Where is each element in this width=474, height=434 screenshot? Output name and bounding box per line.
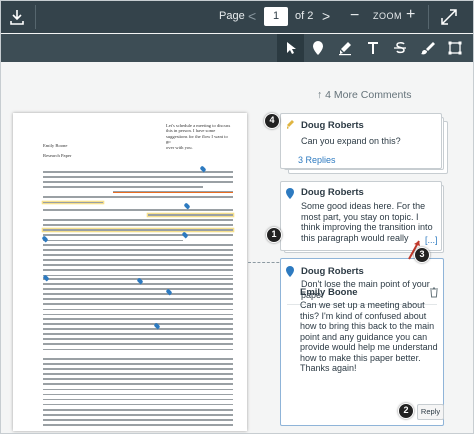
- pointer-tool-button[interactable]: [277, 34, 304, 62]
- document-paragraph: [43, 358, 233, 429]
- expand-comment-link[interactable]: [...]: [425, 235, 438, 245]
- document-paragraph: [43, 278, 233, 319]
- zoom-in-button[interactable]: +: [406, 6, 415, 24]
- document-paragraph: [43, 209, 233, 245]
- area-select-icon: [448, 41, 461, 55]
- highlighter-icon: [338, 42, 351, 56]
- cursor-icon: [286, 42, 296, 54]
- map-pin-icon: [312, 41, 323, 55]
- freehand-tool-button[interactable]: [413, 34, 440, 62]
- document-paragraph: [43, 171, 233, 207]
- document-inline-note: Let's schedule a meeting to discuss this…: [166, 123, 232, 150]
- comment-author: Doug Roberts: [301, 266, 364, 277]
- comment-body: Can you expand on this?: [301, 136, 401, 146]
- reply-author: Emily Boone: [300, 287, 358, 298]
- callout-badge: 1: [266, 227, 282, 243]
- note-line: suggestions for the flow I want to go: [166, 133, 228, 145]
- text-tool-button[interactable]: [359, 34, 386, 62]
- viewer-top-bar: Page < 1 of 2 > − ZOOM +: [1, 1, 473, 33]
- reply-button[interactable]: Reply: [417, 404, 444, 420]
- annotation-toolbar: [1, 34, 473, 62]
- page-number-input[interactable]: 1: [264, 7, 288, 26]
- note-line: over with you.: [166, 144, 193, 150]
- point-annotation-tool-button[interactable]: [304, 34, 331, 62]
- map-pin-icon: [286, 188, 294, 199]
- trash-icon[interactable]: [429, 287, 439, 298]
- highlight-pen-icon: [287, 120, 294, 129]
- callout-badge: 2: [398, 403, 414, 419]
- comment-author: Doug Roberts: [301, 187, 364, 198]
- document-title: Research Paper: [43, 153, 72, 158]
- area-tool-button[interactable]: [441, 34, 468, 62]
- fullscreen-icon[interactable]: [439, 7, 459, 27]
- document-paragraph: [43, 318, 233, 354]
- page-total: of 2: [295, 10, 314, 22]
- arrow-up-icon: ↑: [317, 89, 326, 101]
- divider: [428, 5, 429, 29]
- callout-badge: 4: [264, 113, 280, 129]
- zoom-label: ZOOM: [373, 11, 402, 21]
- reply-body: Can we set up a meeting about this? I'm …: [300, 300, 438, 373]
- comment-author: Doug Roberts: [301, 120, 364, 131]
- strikethrough-icon: [393, 42, 406, 54]
- more-comments-label: 4 More Comments: [325, 89, 412, 101]
- divider: [35, 5, 36, 29]
- text-icon: [367, 42, 378, 54]
- comment-thread[interactable]: Doug Roberts Can you expand on this? 3 R…: [280, 113, 442, 169]
- zoom-out-button[interactable]: −: [350, 7, 359, 25]
- document-page[interactable]: Let's schedule a meeting to discuss this…: [13, 113, 247, 431]
- next-page-button[interactable]: >: [322, 8, 330, 24]
- highlight-tool-button[interactable]: [331, 34, 358, 62]
- document-paragraph: [43, 244, 233, 280]
- previous-page-button[interactable]: <: [248, 8, 256, 24]
- annotation-connector: [248, 262, 284, 263]
- strikeout-tool-button[interactable]: [386, 34, 413, 62]
- replies-link[interactable]: 3 Replies: [298, 155, 336, 165]
- download-icon[interactable]: [7, 7, 27, 27]
- brush-icon: [420, 42, 435, 55]
- document-author: Emily Boone: [43, 143, 68, 148]
- more-comments-button[interactable]: ↑ 4 More Comments: [317, 89, 412, 101]
- annotation-viewer: Page < 1 of 2 > − ZOOM + Let's schedule …: [0, 0, 474, 434]
- page-label: Page: [219, 10, 245, 22]
- map-pin-icon: [286, 266, 294, 277]
- callout-badge: 3: [414, 247, 430, 263]
